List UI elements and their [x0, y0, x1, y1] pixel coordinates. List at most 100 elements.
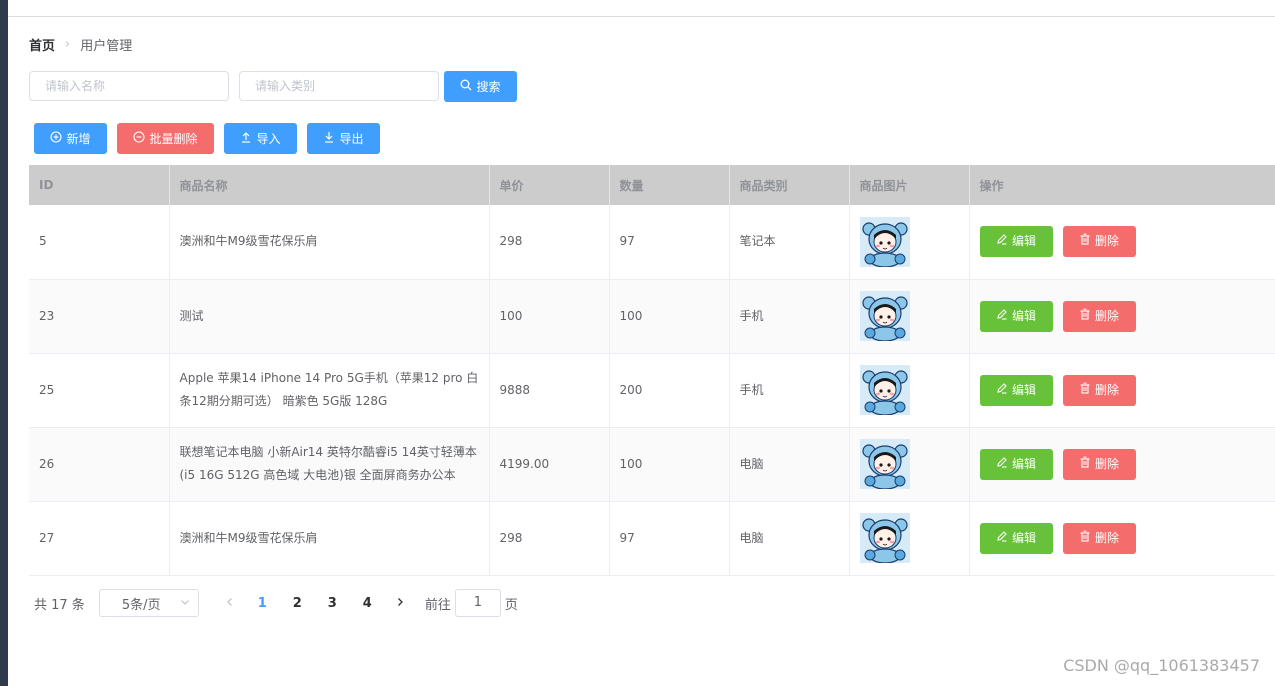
delete-button-label: 删除 [1094, 382, 1119, 397]
cell-name: 联想笔记本电脑 小新Air14 英特尔酷睿i5 14英寸轻薄本(i5 16G 5… [169, 427, 490, 502]
cell-qty: 100 [609, 279, 730, 354]
table-row[interactable]: 27 澳洲和牛M9级雪花保乐肩 298 97 电脑 编辑 删除 [29, 501, 1275, 576]
edit-button-label: 编辑 [1011, 456, 1036, 471]
export-button[interactable]: 导出 [307, 123, 380, 154]
name-search-input[interactable]: 请输入名称 [29, 71, 229, 101]
edit-button[interactable]: 编辑 [979, 374, 1053, 406]
cell-actions: 编辑 删除 [969, 501, 1275, 576]
edit-button[interactable]: 编辑 [979, 300, 1053, 332]
table-row[interactable]: 26 联想笔记本电脑 小新Air14 英特尔酷睿i5 14英寸轻薄本(i5 16G… [29, 427, 1275, 502]
delete-button[interactable]: 删除 [1062, 226, 1136, 258]
edit-button-label: 编辑 [1011, 308, 1036, 323]
header-category[interactable]: 商品类别 [729, 165, 850, 205]
table-row[interactable]: 23 测试 100 100 手机 编辑 删除 [29, 279, 1275, 354]
trash-icon [1079, 379, 1091, 402]
header-divider [8, 16, 1275, 17]
goto-prefix: 前往 [424, 597, 451, 613]
pencil-icon [996, 230, 1008, 253]
download-icon [323, 131, 335, 146]
delete-button[interactable]: 删除 [1062, 522, 1136, 554]
header-image[interactable]: 商品图片 [849, 165, 970, 205]
page-4[interactable]: 4 [350, 596, 385, 611]
cell-id: 5 [29, 205, 170, 280]
edit-button[interactable]: 编辑 [979, 448, 1053, 480]
export-button-label: 导出 [339, 132, 364, 146]
page-3[interactable]: 3 [315, 596, 350, 611]
header-name[interactable]: 商品名称 [169, 165, 490, 205]
product-image[interactable] [859, 291, 959, 341]
pencil-icon [996, 379, 1008, 402]
cell-category: 手机 [729, 279, 850, 354]
header-actions[interactable]: 操作 [969, 165, 1275, 205]
page-size-value: 5条/页 [121, 597, 161, 613]
watermark: CSDN @qq_1061383457 [1063, 656, 1260, 675]
plus-circle-icon [50, 131, 63, 146]
delete-button[interactable]: 删除 [1062, 374, 1136, 406]
cell-category: 电脑 [729, 427, 850, 502]
product-image[interactable] [859, 513, 959, 563]
batch-delete-button[interactable]: 批量删除 [117, 123, 214, 154]
product-image[interactable] [859, 216, 959, 267]
chevron-down-icon [180, 596, 190, 611]
cell-price: 100 [489, 279, 610, 354]
cell-name: Apple 苹果14 iPhone 14 Pro 5G手机（苹果12 pro 白… [169, 353, 490, 428]
cell-image [849, 279, 970, 354]
pencil-icon [996, 527, 1008, 550]
cell-qty: 97 [609, 205, 730, 280]
cell-name: 澳洲和牛M9级雪花保乐肩 [169, 205, 490, 280]
cell-actions: 编辑 删除 [969, 427, 1275, 502]
cell-price: 9888 [489, 353, 610, 428]
goto-page-input[interactable]: 1 [454, 589, 501, 617]
breadcrumb-home[interactable]: 首页 [29, 35, 55, 54]
cell-id: 27 [29, 501, 170, 576]
pagination: 共 17 条 5条/页 1 2 3 4 前往 1 页 [34, 589, 518, 617]
import-button[interactable]: 导入 [224, 123, 297, 154]
upload-icon [240, 131, 252, 146]
delete-button[interactable]: 删除 [1062, 448, 1136, 480]
category-search-input[interactable]: 请输入类别 [239, 71, 439, 101]
cell-qty: 97 [609, 501, 730, 576]
delete-button-label: 删除 [1094, 308, 1119, 323]
edit-button[interactable]: 编辑 [979, 522, 1053, 554]
search-button[interactable]: 搜索 [444, 71, 517, 102]
batch-delete-label: 批量删除 [149, 132, 198, 146]
page-1[interactable]: 1 [245, 596, 280, 611]
cell-name: 测试 [169, 279, 490, 354]
cell-image [849, 427, 970, 502]
edit-button[interactable]: 编辑 [979, 226, 1053, 258]
edit-button-label: 编辑 [1011, 382, 1036, 397]
table-row[interactable]: 5 澳洲和牛M9级雪花保乐肩 298 97 笔记本 编辑 删除 [29, 205, 1275, 280]
cell-id: 26 [29, 427, 170, 502]
cell-price: 298 [489, 205, 610, 280]
product-image[interactable] [859, 439, 959, 489]
cell-actions: 编辑 删除 [969, 205, 1275, 280]
minus-circle-icon [133, 131, 146, 146]
cell-actions: 编辑 删除 [969, 353, 1275, 428]
cell-id: 23 [29, 279, 170, 354]
chevron-right-icon: › [65, 36, 71, 52]
next-page-icon[interactable] [385, 596, 415, 611]
prev-page-icon[interactable] [215, 596, 245, 611]
search-button-label: 搜索 [476, 80, 501, 94]
cell-image [849, 353, 970, 428]
add-button[interactable]: 新增 [34, 123, 107, 154]
header-price[interactable]: 单价 [489, 165, 610, 205]
cell-category: 手机 [729, 353, 850, 428]
cell-category: 笔记本 [729, 205, 850, 280]
header-id[interactable]: ID [29, 165, 170, 205]
edit-button-label: 编辑 [1011, 234, 1036, 249]
header-qty[interactable]: 数量 [609, 165, 730, 205]
page-size-select[interactable]: 5条/页 [98, 589, 199, 617]
cell-id: 25 [29, 353, 170, 428]
page-2[interactable]: 2 [280, 596, 315, 611]
cell-name: 澳洲和牛M9级雪花保乐肩 [169, 501, 490, 576]
delete-button[interactable]: 删除 [1062, 300, 1136, 332]
delete-button-label: 删除 [1094, 530, 1119, 545]
add-button-label: 新增 [66, 132, 91, 146]
delete-button-label: 删除 [1094, 456, 1119, 471]
product-image[interactable] [859, 365, 959, 415]
breadcrumb: 首页 › 用户管理 [29, 34, 132, 54]
pencil-icon [996, 453, 1008, 476]
table-row[interactable]: 25 Apple 苹果14 iPhone 14 Pro 5G手机（苹果12 pro… [29, 353, 1275, 428]
pencil-icon [996, 305, 1008, 328]
